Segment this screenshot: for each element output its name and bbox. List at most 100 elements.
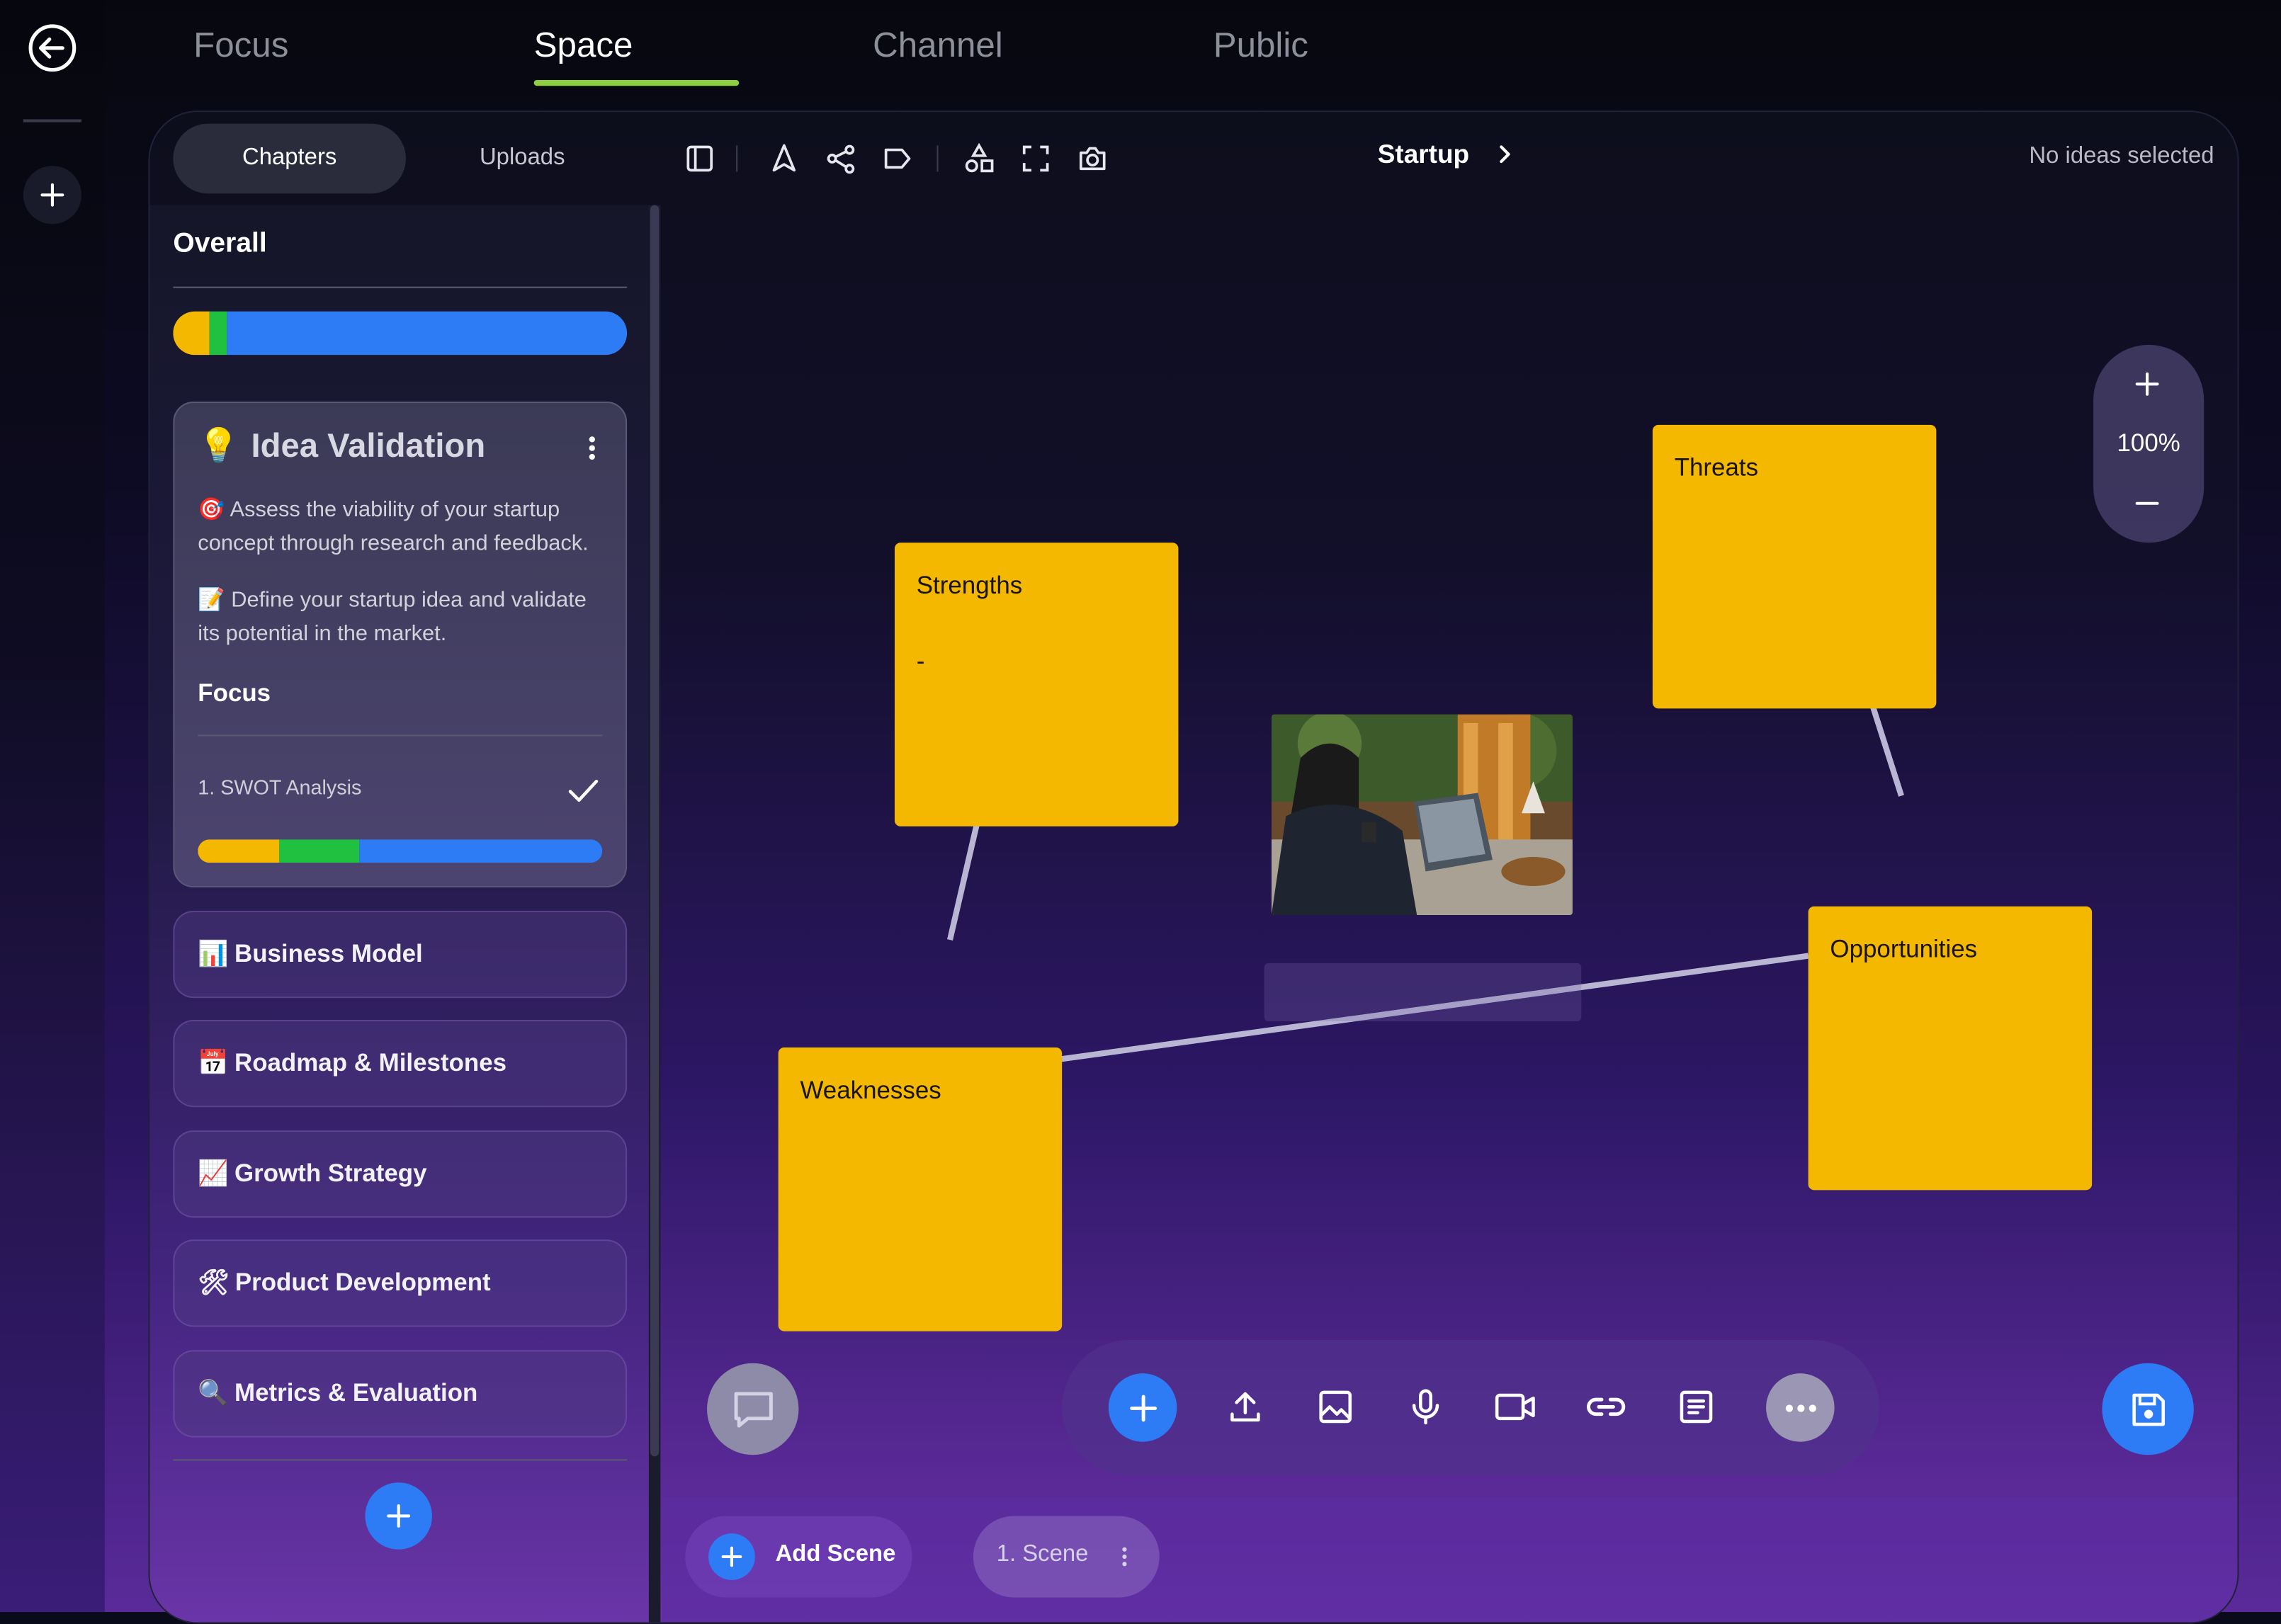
breadcrumb[interactable]: Startup: [1378, 140, 1469, 170]
segment-uploads[interactable]: Uploads: [406, 124, 639, 194]
back-button[interactable]: [26, 22, 79, 74]
checkmark-icon: [567, 778, 599, 805]
focus-label: Focus: [198, 679, 271, 708]
image-caption-placeholder: [1264, 963, 1582, 1022]
save-button[interactable]: [2102, 1363, 2194, 1455]
scene-options-icon[interactable]: [1121, 1547, 1127, 1567]
chapter-description: 📝 Define your startup idea and validate …: [198, 587, 587, 647]
toolbar-divider: [936, 145, 939, 172]
top-tabs: Focus Space Channel Public: [105, 0, 2281, 110]
lightbulb-icon: 💡: [198, 426, 240, 465]
chapter-title: 💡 Idea Validation: [198, 426, 486, 465]
uploaded-image[interactable]: [1271, 714, 1573, 916]
note-title: Threats: [1674, 453, 1759, 482]
note-body: -: [916, 647, 925, 676]
chapter-growth-strategy[interactable]: 📈 Growth Strategy: [173, 1130, 628, 1218]
pointer-icon[interactable]: [766, 141, 801, 176]
sidebar-segmented-control: Chapters Uploads: [173, 123, 639, 194]
sidebar-toggle-icon[interactable]: [682, 141, 717, 176]
connect-icon[interactable]: [823, 141, 858, 176]
add-icon: [1129, 1394, 1156, 1421]
add-scene-label: Add Scene: [775, 1542, 896, 1567]
image-icon: [1319, 1390, 1352, 1424]
camera-icon[interactable]: [1075, 141, 1110, 176]
scenes-bar: Add Scene 1. Scene: [662, 1497, 2238, 1623]
note-title: Opportunities: [1830, 935, 1978, 963]
chevron-right-icon[interactable]: [1491, 141, 1517, 167]
plus-icon: [40, 183, 64, 207]
scene-tab[interactable]: 1. Scene: [973, 1516, 1160, 1598]
chapter-card-idea-validation[interactable]: 💡 Idea Validation 🎯 Assess the viability …: [173, 401, 628, 888]
tab-channel[interactable]: Channel: [873, 26, 1003, 67]
tab-public[interactable]: Public: [1213, 26, 1308, 67]
plus-icon: [387, 1504, 411, 1528]
chapter-roadmap-milestones[interactable]: 📅 Roadmap & Milestones: [173, 1019, 628, 1108]
note-title: Weaknesses: [800, 1077, 941, 1105]
focus-item-swot[interactable]: 1. SWOT Analysis: [198, 776, 361, 799]
text-note-button[interactable]: [1661, 1372, 1731, 1442]
progress-segment: [227, 311, 628, 356]
note-weaknesses[interactable]: Weaknesses: [778, 1047, 1063, 1331]
more-button[interactable]: [1766, 1373, 1835, 1442]
image-button[interactable]: [1301, 1372, 1371, 1442]
progress-segment: [198, 839, 279, 863]
link-button[interactable]: [1571, 1372, 1641, 1442]
save-icon: [2132, 1392, 2164, 1426]
focus-progress-bar: [198, 839, 603, 863]
zoom-level: 100%: [2117, 428, 2180, 458]
idea-canvas[interactable]: Strengths - Threats Opportunities Weakne…: [662, 205, 2237, 1497]
divider: [198, 734, 603, 737]
fullscreen-icon[interactable]: [1019, 141, 1053, 176]
workspace-toolbar: Chapters Uploads Startup No ideas select…: [150, 112, 2238, 205]
comments-button[interactable]: [707, 1363, 799, 1455]
selection-status: No ideas selected: [2029, 144, 2214, 169]
magnifier-icon: 🔍: [198, 1379, 229, 1407]
chart-icon: 📊: [198, 940, 229, 968]
insert-toolbar: [1062, 1339, 1880, 1475]
progress-segment: [209, 311, 228, 356]
tab-space[interactable]: Space: [534, 26, 633, 67]
scene-label: 1. Scene: [996, 1542, 1089, 1567]
more-icon: [1784, 1404, 1816, 1412]
overall-progress-bar: [173, 311, 628, 356]
note-strengths[interactable]: Strengths -: [894, 543, 1179, 827]
shapes-icon[interactable]: [961, 141, 996, 176]
overall-title: Overall: [173, 228, 267, 259]
app: Focus Space Channel Public Chapters Uplo…: [0, 0, 2281, 1624]
add-idea-button[interactable]: [1108, 1373, 1177, 1442]
video-icon: [1495, 1393, 1535, 1421]
sidebar-scroll-thumb[interactable]: [650, 205, 660, 1457]
voice-button[interactable]: [1391, 1372, 1461, 1442]
microphone-icon: [1412, 1389, 1439, 1425]
more-options-icon[interactable]: [588, 435, 596, 461]
note-icon: [1680, 1390, 1713, 1424]
chapter-description: 🎯 Assess the viability of your startup c…: [198, 497, 589, 556]
tab-focus[interactable]: Focus: [193, 26, 288, 67]
zoom-control: 100%: [2093, 344, 2204, 543]
back-arrow-icon: [28, 24, 77, 72]
trend-icon: 📈: [198, 1159, 229, 1188]
workspace-panel: Chapters Uploads Startup No ideas select…: [148, 110, 2239, 1624]
plus-icon: [2135, 372, 2159, 396]
divider: [173, 286, 628, 288]
chat-icon: [733, 1391, 772, 1427]
progress-segment: [359, 839, 603, 863]
video-button[interactable]: [1481, 1372, 1551, 1442]
chapter-business-model[interactable]: 📊 Business Model: [173, 910, 628, 999]
chapter-metrics-evaluation[interactable]: 🔍 Metrics & Evaluation: [173, 1350, 628, 1438]
add-space-button[interactable]: [23, 166, 82, 225]
zoom-in-button[interactable]: [2132, 368, 2163, 400]
plus-icon: [708, 1533, 755, 1580]
note-opportunities[interactable]: Opportunities: [1808, 906, 2093, 1191]
add-scene-button[interactable]: Add Scene: [685, 1516, 912, 1598]
rail-divider: [23, 119, 82, 123]
chapter-product-development[interactable]: 🛠 Product Development: [173, 1239, 628, 1327]
tag-icon[interactable]: [880, 141, 915, 176]
segment-chapters[interactable]: Chapters: [173, 123, 406, 194]
add-chapter-button[interactable]: [365, 1482, 432, 1550]
calendar-icon: 📅: [198, 1049, 229, 1077]
zoom-out-button[interactable]: [2132, 487, 2163, 519]
upload-button[interactable]: [1211, 1372, 1281, 1442]
note-threats[interactable]: Threats: [1652, 424, 1937, 709]
active-tab-indicator: [533, 79, 740, 86]
